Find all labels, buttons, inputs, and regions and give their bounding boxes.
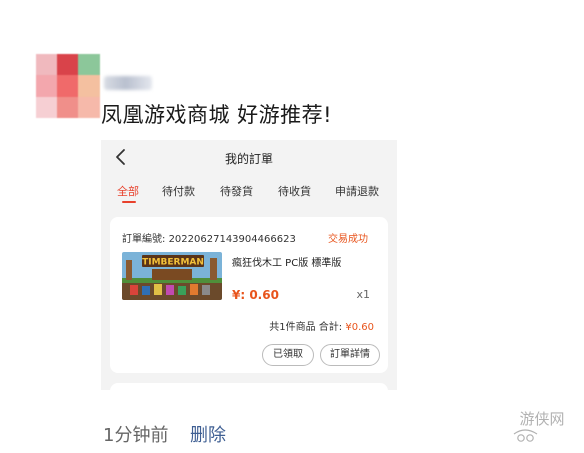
post-text: 凤凰游戏商城 好游推荐! <box>101 103 333 127</box>
tab-pending-payment[interactable]: 待付款 <box>162 183 195 199</box>
watermark-text: 游侠网 <box>519 410 564 428</box>
product-image-title: TIMBERMAN <box>142 258 204 268</box>
product-thumbnail[interactable]: TIMBERMAN <box>122 252 222 300</box>
order-card[interactable]: 訂單編號: 20220627143904466623 交易成功 TIMBERMA… <box>110 217 388 373</box>
product-quantity: x1 <box>356 288 370 301</box>
post-timestamp: 1分钟前 <box>103 425 169 446</box>
tab-pending-shipment[interactable]: 待發貨 <box>220 183 253 199</box>
summary-total: ¥0.60 <box>345 322 374 333</box>
active-tab-indicator <box>122 201 136 203</box>
tab-refund-request[interactable]: 申請退款 <box>335 183 379 199</box>
order-number: 訂單編號: 20220627143904466623 <box>122 230 296 245</box>
page-title: 我的訂單 <box>224 152 273 166</box>
blurred-username <box>104 76 152 90</box>
order-status: 交易成功 <box>328 234 368 245</box>
tab-pending-receipt[interactable]: 待收貨 <box>278 183 311 199</box>
tab-all[interactable]: 全部 <box>117 183 139 199</box>
order-detail-button[interactable]: 訂單詳情 <box>320 344 380 366</box>
summary-prefix: 共1件商品 合計: <box>269 322 343 333</box>
order-header: 我的訂單 <box>101 140 397 178</box>
order-number-value: 20220627143904466623 <box>168 234 296 245</box>
next-order-card <box>110 383 388 390</box>
order-tabs: 全部 待付款 待發貨 待收貨 申請退款 <box>101 178 397 204</box>
order-screenshot[interactable]: 我的訂單 全部 待付款 待發貨 待收貨 申請退款 訂單編號: 202206271… <box>101 140 397 390</box>
watermark-logo: 游侠网 <box>513 410 565 442</box>
product-name[interactable]: 瘋狂伐木工 PC版 標準版 <box>232 254 341 269</box>
claimed-button[interactable]: 已領取 <box>262 344 314 366</box>
order-summary: 共1件商品 合計: ¥0.60 <box>269 318 374 333</box>
avatar[interactable] <box>36 54 100 118</box>
delete-link[interactable]: 删除 <box>190 421 226 447</box>
product-price: ¥: 0.60 <box>232 288 279 302</box>
order-number-label: 訂單編號: <box>122 234 166 245</box>
